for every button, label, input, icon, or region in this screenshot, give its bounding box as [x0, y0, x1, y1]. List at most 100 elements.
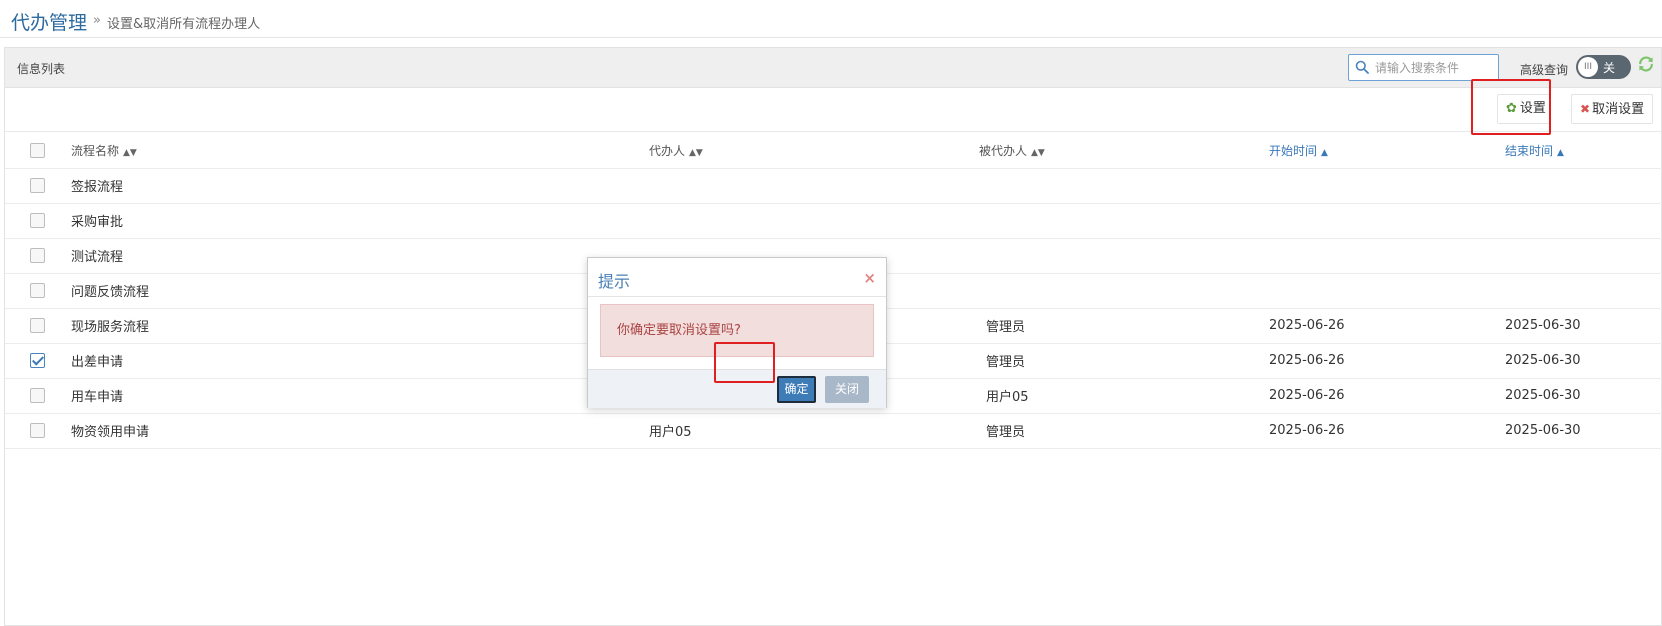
col-header-owner[interactable]: 被代办人 ▲▼ — [979, 133, 1269, 169]
cell-owner — [979, 168, 1269, 204]
cell-owner — [979, 238, 1269, 274]
x-icon: ✖ — [1580, 102, 1591, 116]
table-header-row: 流程名称 ▲▼ 代办人 ▲▼ 被代办人 ▲▼ 开始时间 ▲ 结束时间 ▲ — [5, 133, 1662, 169]
cell-owner: 管理员 — [979, 413, 1269, 449]
cancel-setting-label: 取消设置 — [1592, 102, 1645, 117]
row-checkbox[interactable] — [30, 318, 45, 333]
cell-owner: 管理员 — [979, 343, 1269, 379]
cell-owner — [979, 273, 1269, 309]
col-header-agent[interactable]: 代办人 ▲▼ — [649, 133, 979, 169]
col-header-end[interactable]: 结束时间 ▲ — [1505, 133, 1662, 169]
cell-start-date — [1269, 168, 1505, 204]
cancel-setting-button[interactable]: ✖ 取消设置 — [1571, 94, 1653, 124]
cell-process-name: 现场服务流程 — [71, 308, 649, 344]
cell-owner — [979, 203, 1269, 239]
page-header: 代办管理 » 设置&取消所有流程办理人 — [0, 0, 1662, 38]
dialog-title: 提示 — [598, 272, 631, 291]
toggle-state-label: 关 — [1603, 61, 1616, 75]
cell-agent: 用户05 — [649, 413, 979, 449]
cell-start-date — [1269, 273, 1505, 309]
cell-start-date: 2025-06-26 — [1269, 308, 1505, 344]
cell-start-date: 2025-06-26 — [1269, 378, 1505, 414]
cell-process-name: 测试流程 — [71, 238, 649, 274]
row-checkbox[interactable] — [30, 178, 45, 193]
row-checkbox[interactable] — [30, 213, 45, 228]
search-icon — [1355, 60, 1369, 74]
cell-process-name: 采购审批 — [71, 203, 649, 239]
advanced-search-label: 高级查询 — [1520, 63, 1569, 77]
table-row[interactable]: 采购审批 — [5, 203, 1662, 239]
cell-process-name: 签报流程 — [71, 168, 649, 204]
checkbox-cell — [5, 273, 71, 309]
cell-agent — [649, 168, 979, 204]
cell-process-name: 问题反馈流程 — [71, 273, 649, 309]
col-start-label: 开始时间 — [1269, 143, 1318, 158]
cell-end-date — [1505, 168, 1662, 204]
page-title: 代办管理 — [11, 12, 88, 34]
row-checkbox[interactable] — [30, 388, 45, 403]
cell-start-date: 2025-06-26 — [1269, 413, 1505, 449]
refresh-icon[interactable] — [1637, 55, 1655, 73]
set-button-label: 设置 — [1519, 101, 1546, 116]
search-box[interactable] — [1348, 54, 1499, 81]
col-owner-label: 被代办人 — [979, 143, 1028, 158]
col-agent-label: 代办人 — [649, 143, 686, 158]
set-button[interactable]: ✿ 设置 — [1497, 94, 1551, 124]
col-name-label: 流程名称 — [71, 143, 120, 158]
cell-owner: 管理员 — [979, 308, 1269, 344]
cell-end-date: 2025-06-30 — [1505, 378, 1662, 414]
checkbox-cell — [5, 308, 71, 344]
checkbox-cell — [5, 203, 71, 239]
breadcrumb-separator: » — [93, 13, 101, 28]
panel-title: 信息列表 — [17, 62, 66, 76]
toolbar: ✿ 设置 ✖ 取消设置 — [5, 88, 1661, 132]
table-row[interactable]: 签报流程 — [5, 168, 1662, 204]
cell-end-date: 2025-06-30 — [1505, 308, 1662, 344]
checkbox-cell — [5, 378, 71, 414]
col-end-label: 结束时间 — [1505, 143, 1554, 158]
cell-process-name: 物资领用申请 — [71, 413, 649, 449]
sort-asc-icon: ▲ — [1321, 147, 1328, 158]
cell-process-name: 用车申请 — [71, 378, 649, 414]
checkbox-cell — [5, 343, 71, 379]
cell-end-date: 2025-06-30 — [1505, 343, 1662, 379]
col-header-start[interactable]: 开始时间 ▲ — [1269, 133, 1505, 169]
table-row[interactable]: 物资领用申请 用户05 管理员 2025-06-26 2025-06-30 — [5, 413, 1662, 449]
confirm-button[interactable]: 确定 — [777, 376, 816, 403]
row-checkbox[interactable] — [30, 248, 45, 263]
panel-header: 信息列表 高级查询 III 关 — [5, 48, 1661, 88]
checkbox-cell — [5, 168, 71, 204]
select-all-cell — [5, 133, 71, 169]
sort-icon: ▲▼ — [1031, 147, 1045, 158]
page-subtitle: 设置&取消所有流程办理人 — [107, 17, 261, 32]
dialog-message: 你确定要取消设置吗? — [600, 304, 874, 357]
cell-end-date — [1505, 203, 1662, 239]
cell-start-date — [1269, 238, 1505, 274]
toggle-knob: III — [1578, 57, 1598, 77]
dialog-footer: 确定 关闭 — [588, 369, 886, 408]
cell-end-date — [1505, 273, 1662, 309]
cell-end-date: 2025-06-30 — [1505, 413, 1662, 449]
sort-icon: ▲▼ — [689, 147, 703, 158]
checkbox-cell — [5, 413, 71, 449]
sort-asc-icon: ▲ — [1557, 147, 1564, 158]
select-all-checkbox[interactable] — [30, 142, 45, 158]
cell-start-date: 2025-06-26 — [1269, 343, 1505, 379]
sort-icon: ▲▼ — [123, 147, 137, 158]
col-header-name[interactable]: 流程名称 ▲▼ — [71, 133, 649, 169]
close-icon[interactable]: × — [863, 269, 876, 287]
cell-start-date — [1269, 203, 1505, 239]
dialog-close-button[interactable]: 关闭 — [825, 376, 869, 403]
advanced-search-toggle[interactable]: III 关 — [1576, 55, 1631, 79]
dialog-header: 提示 × — [588, 258, 886, 297]
cell-owner: 用户05 — [979, 378, 1269, 414]
cell-agent — [649, 203, 979, 239]
gear-icon: ✿ — [1506, 101, 1517, 116]
cell-end-date — [1505, 238, 1662, 274]
search-input[interactable] — [1373, 58, 1495, 77]
row-checkbox[interactable] — [30, 423, 45, 438]
checkbox-cell — [5, 238, 71, 274]
row-checkbox[interactable] — [30, 283, 45, 298]
confirm-dialog: 提示 × 你确定要取消设置吗? 确定 关闭 — [587, 257, 887, 408]
row-checkbox[interactable] — [30, 353, 45, 368]
